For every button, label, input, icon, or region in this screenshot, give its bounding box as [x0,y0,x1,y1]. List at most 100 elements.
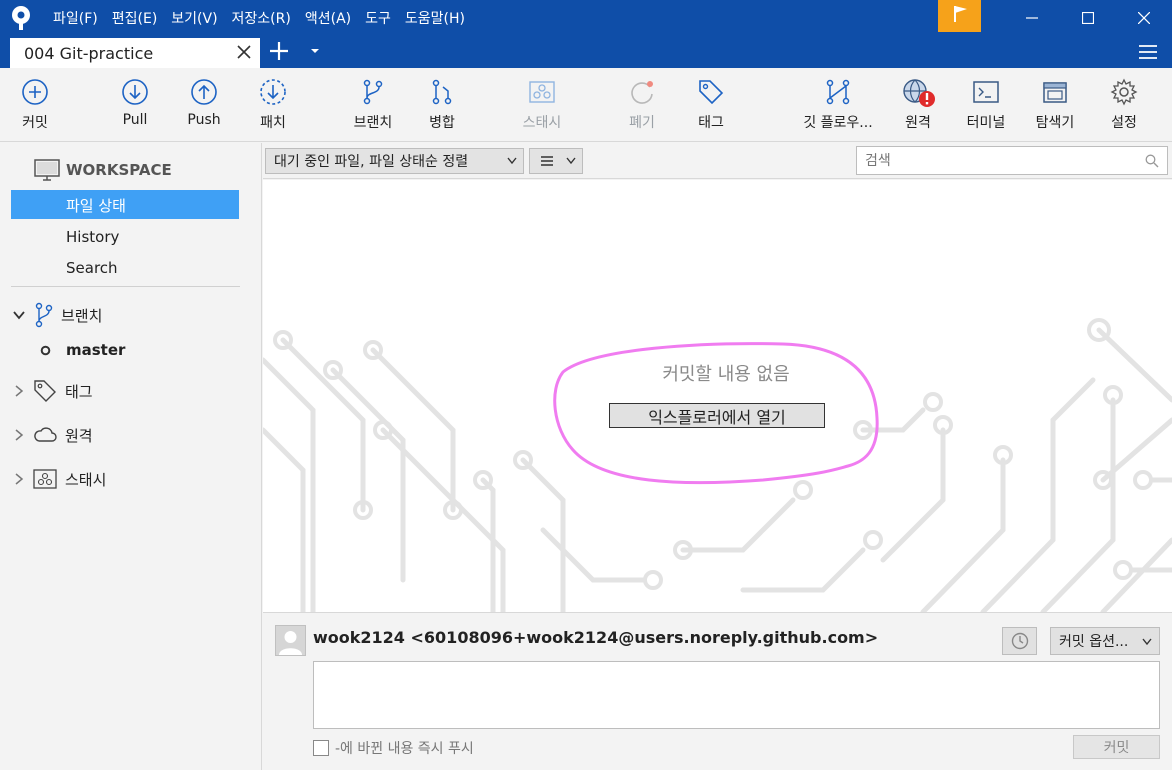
commit-author: wook2124 <60108096+wook2124@users.norepl… [313,628,879,647]
commit-options-dropdown[interactable]: 커밋 옵션... [1050,627,1160,655]
push-button[interactable]: Push [169,78,239,128]
discard-label: 폐기 [629,115,655,131]
chevron-down-icon [1142,638,1152,646]
globe-warning-icon [903,79,935,107]
sidebar-group-tags[interactable]: 태그 [0,377,262,405]
filter-bar: 대기 중인 파일, 파일 상태순 정렬 [263,143,1172,179]
tab-dropdown-icon[interactable] [308,46,322,56]
tab-bar: 004 Git-practice [0,36,1172,68]
branch-item-master[interactable]: master [0,336,262,364]
new-tab-icon[interactable] [268,40,290,62]
workspace-title: WORKSPACE [66,161,172,179]
branch-icon [35,302,53,328]
menu-repository[interactable]: 저장소(R) [232,8,291,28]
stash-label: 스태시 [522,115,562,131]
close-window-button[interactable] [1116,0,1172,36]
search-input[interactable] [856,146,1168,175]
menu-tools[interactable]: 도구 [365,8,391,28]
git-flow-button[interactable]: 깃 플로우... [800,78,876,132]
explorer-icon [1043,82,1067,103]
stashes-label: 스태시 [65,470,107,489]
clock-icon [1011,632,1028,650]
terminal-button[interactable]: 터미널 [951,78,1021,132]
chevron-down-icon[interactable] [13,309,25,321]
branch-icon [363,79,383,105]
git-flow-icon [826,79,850,105]
stash-button[interactable]: 스태시 [507,78,577,132]
menu-edit[interactable]: 편집(E) [112,8,158,28]
open-in-explorer-button[interactable]: 익스플로러에서 열기 [609,403,825,428]
menu-actions[interactable]: 액션(A) [305,8,351,28]
sidebar-group-branches[interactable]: 브랜치 [0,301,262,329]
fetch-label: 패치 [260,115,286,131]
remote-label: 원격 [905,115,931,131]
discard-button[interactable]: 폐기 [607,78,677,132]
tags-label: 태그 [65,382,93,401]
branch-button[interactable]: 브랜치 [338,78,408,132]
fetch-dashed-circle-icon [260,79,286,105]
menu-view[interactable]: 보기(V) [171,8,217,28]
flag-button[interactable] [938,0,981,32]
branch-label: 브랜치 [353,115,393,131]
sidebar: WORKSPACE 파일 상태 History Search 브랜치 maste… [0,143,262,770]
explorer-button[interactable]: 탐색기 [1020,78,1090,132]
commit-message-input[interactable] [313,661,1160,729]
chevron-right-icon[interactable] [14,385,24,397]
sidebar-item-label: History [66,228,120,246]
branch-name: master [66,341,126,359]
sidebar-group-stashes[interactable]: 스태시 [0,465,262,493]
discard-icon [631,81,653,104]
push-immediately-label: -에 바뀐 내용 즉시 푸시 [335,741,474,757]
chevron-down-icon [507,157,517,165]
stash-icon [33,469,57,489]
flag-icon [954,6,967,22]
sidebar-item-file-status-row[interactable]: 파일 상태 [0,191,262,219]
chevron-right-icon[interactable] [14,429,24,441]
tag-icon [34,380,56,402]
minimize-button[interactable] [1004,0,1060,36]
sidebar-item-label: 파일 상태 [66,196,126,215]
remote-button[interactable]: 원격 [883,78,953,132]
list-view-icon [541,156,553,166]
push-label: Push [187,112,221,128]
push-immediately-option[interactable]: -에 바뀐 내용 즉시 푸시 [313,738,474,758]
cloud-icon [34,427,57,442]
pull-button[interactable]: Pull [100,78,170,128]
terminal-icon [973,81,999,103]
sort-dropdown-label: 대기 중인 파일, 파일 상태순 정렬 [274,154,469,170]
menu-bar: 파일(F) 편집(E) 보기(V) 저장소(R) 액션(A) 도구 도움말(H) [53,0,479,36]
settings-button[interactable]: 설정 [1089,78,1159,132]
title-bar: 파일(F) 편집(E) 보기(V) 저장소(R) 액션(A) 도구 도움말(H) [0,0,1172,36]
merge-button[interactable]: 병합 [407,78,477,132]
sidebar-group-remotes[interactable]: 원격 [0,421,262,449]
commit-tool-label: 커밋 [22,115,48,131]
arrow-up-circle-icon [191,79,217,105]
tab-repository[interactable]: 004 Git-practice [10,38,260,68]
explorer-label: 탐색기 [1035,115,1075,131]
tab-close-icon[interactable] [236,44,252,60]
commit-history-button[interactable] [1002,627,1037,655]
sidebar-item-history[interactable]: History [0,223,262,251]
view-mode-dropdown[interactable] [529,148,583,174]
highlight-annotation [553,342,879,485]
maximize-button[interactable] [1060,0,1116,36]
chevron-right-icon[interactable] [14,473,24,485]
tag-label: 태그 [698,115,724,131]
sourcetree-logo-icon[interactable] [8,5,34,31]
fetch-button[interactable]: 패치 [238,78,308,132]
menu-file[interactable]: 파일(F) [53,8,98,28]
commit-tool-button[interactable]: 커밋 [0,78,70,132]
menu-help[interactable]: 도움말(H) [405,8,465,28]
commit-options-label: 커밋 옵션... [1059,634,1129,650]
sort-dropdown[interactable]: 대기 중인 파일, 파일 상태순 정렬 [265,148,524,174]
commit-submit-button[interactable]: 커밋 [1073,735,1160,759]
chevron-down-icon [566,157,576,165]
push-immediately-checkbox[interactable] [313,740,329,756]
tag-button[interactable]: 태그 [676,78,746,132]
hamburger-menu-icon[interactable] [1138,43,1158,61]
sidebar-item-search[interactable]: Search [0,254,262,282]
stash-icon [529,81,555,103]
merge-label: 병합 [429,115,455,131]
maximize-icon [1082,12,1094,24]
branches-label: 브랜치 [61,306,103,325]
